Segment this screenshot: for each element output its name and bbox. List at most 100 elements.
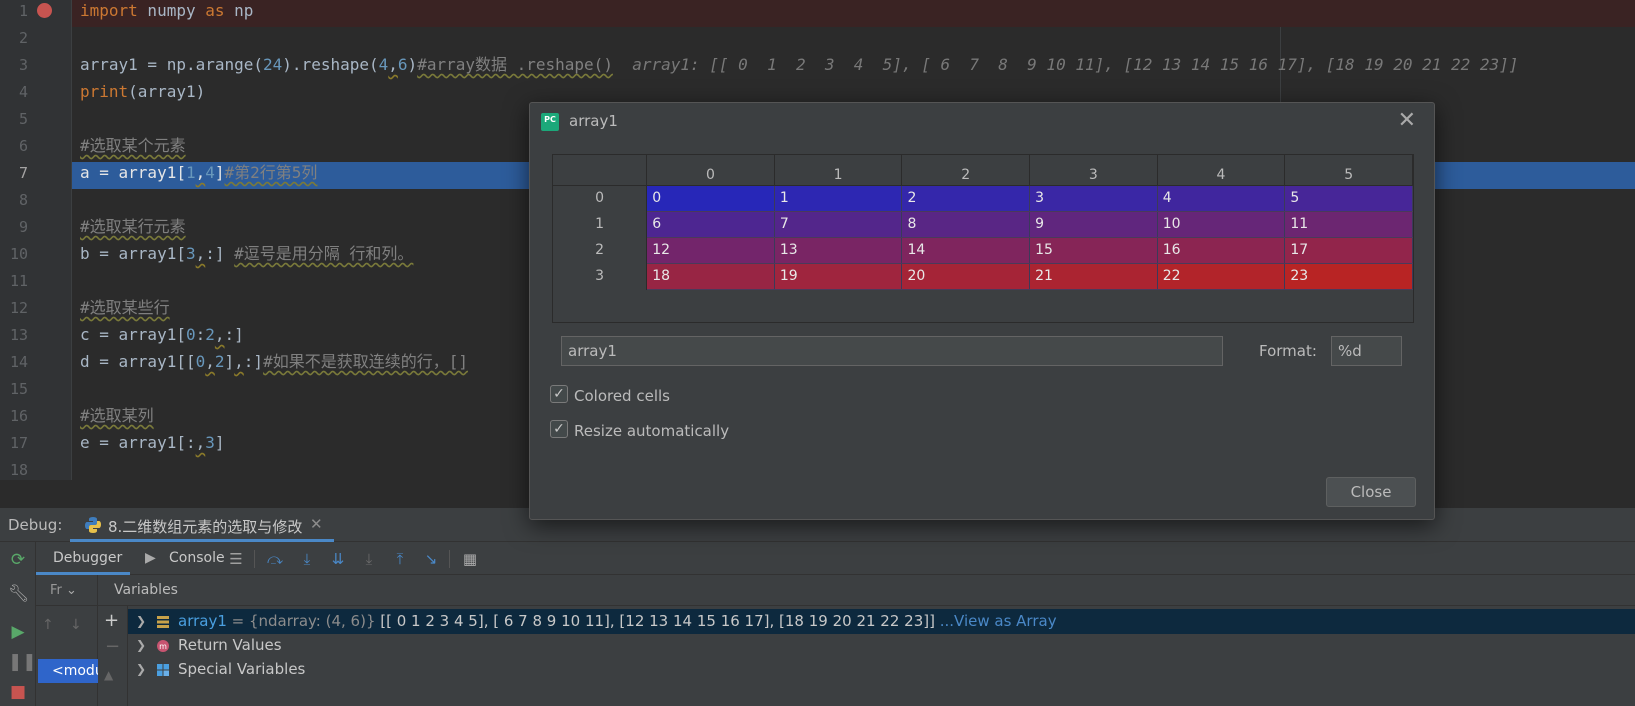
tab-console[interactable]: ▶ Console	[145, 542, 225, 575]
grid-header-row: 012345	[553, 155, 1413, 186]
frame-item[interactable]: <module>	[38, 659, 98, 683]
array-cell[interactable]: 16	[1157, 237, 1286, 264]
down-arrow-icon[interactable]: ↓	[70, 617, 82, 633]
column-header[interactable]: 2	[901, 155, 1031, 186]
frames-header[interactable]: Fr ⌄	[36, 575, 97, 606]
variable-row-array1[interactable]: ❯ array1 = {ndarray: (4, 6)} [[ 0 1 2 3 …	[128, 609, 1635, 634]
close-icon[interactable]: ✕	[1398, 108, 1416, 133]
stop-icon[interactable]: ■	[8, 682, 28, 702]
remove-watch-icon[interactable]: −	[105, 636, 120, 657]
toolbar-separator	[449, 550, 450, 568]
row-header[interactable]: 3	[553, 263, 648, 289]
array-cell[interactable]: 8	[901, 211, 1031, 238]
line-number: 4	[18, 83, 28, 101]
column-header[interactable]: 3	[1029, 155, 1158, 186]
array-cell[interactable]: 12	[646, 237, 775, 264]
column-header[interactable]: 4	[1157, 155, 1286, 186]
view-as-array-link[interactable]: ...View as Array	[935, 612, 1057, 630]
tab-debugger[interactable]: Debugger	[36, 542, 130, 575]
array-icon	[157, 616, 169, 628]
code-line-1[interactable]: import numpy as np	[72, 0, 1635, 27]
pycharm-icon: PC	[541, 113, 559, 131]
add-watch-icon[interactable]: +	[104, 610, 119, 631]
debug-session-tab[interactable]: 8.二维数组元素的选取与修改 ✕	[70, 508, 334, 542]
array-cell[interactable]: 7	[774, 211, 903, 238]
array-cell[interactable]: 14	[901, 237, 1031, 264]
dialog-title: array1	[569, 112, 618, 130]
array-cell[interactable]: 0	[646, 185, 775, 212]
variable-value: [[ 0 1 2 3 4 5], [ 6 7 8 9 10 11], [12 1…	[380, 612, 935, 630]
line-number: 12	[9, 299, 28, 317]
run-to-cursor-icon[interactable]: ↘	[422, 550, 440, 568]
array-cell[interactable]: 1	[774, 185, 903, 212]
column-header[interactable]: 5	[1284, 155, 1413, 186]
variable-name: array1	[178, 612, 227, 630]
array-cell[interactable]: 5	[1284, 185, 1413, 212]
debug-left-toolbar: ⟳ 🔧︎ ▶ ❚❚ ■	[0, 542, 37, 706]
colored-cells-checkbox[interactable]: ✓	[550, 385, 568, 403]
array-cell[interactable]: 9	[1029, 211, 1158, 238]
row-header[interactable]: 0	[553, 185, 648, 211]
array-cell[interactable]: 3	[1029, 185, 1158, 212]
inline-debug-value: array1: [[ 0 1 2 3 4 5], [ 6 7 8 9 10 11…	[632, 55, 1519, 74]
code-line-2[interactable]	[72, 27, 1635, 54]
column-header[interactable]: 1	[774, 155, 903, 186]
code-line-3[interactable]: array1 = np.arange(24).reshape(4,6)#arra…	[72, 54, 1635, 81]
line-number: 6	[18, 137, 28, 155]
line-number-gutter[interactable]: 1 2 3 4 5 6 7 8 9 10 11 12 13 14 15 16 17 18	[0, 0, 72, 480]
line-number: 9	[18, 218, 28, 236]
array-cell[interactable]: 4	[1157, 185, 1286, 212]
return-values-icon: m	[157, 640, 169, 652]
wrench-icon[interactable]: 🔧︎	[8, 584, 30, 604]
line-number: 3	[18, 56, 28, 74]
line-number: 15	[9, 380, 28, 398]
array-cell[interactable]: 23	[1284, 263, 1413, 290]
up-arrow-icon[interactable]: ↑	[42, 617, 54, 633]
array-cell[interactable]: 18	[646, 263, 775, 290]
variable-row-return-values[interactable]: ❯ m Return Values	[128, 633, 1635, 658]
format-field[interactable]: %d	[1331, 336, 1402, 366]
array-cell[interactable]: 20	[901, 263, 1031, 290]
python-icon	[85, 517, 101, 533]
variable-type: = {ndarray: (4, 6)}	[226, 612, 381, 630]
menu-lines-icon[interactable]: ☰	[227, 550, 245, 568]
array-cell[interactable]: 11	[1284, 211, 1413, 238]
array-cell[interactable]: 2	[901, 185, 1031, 212]
close-icon[interactable]: ✕	[310, 515, 323, 533]
row-header[interactable]: 1	[553, 211, 648, 237]
step-out-icon[interactable]: ⤒	[391, 550, 409, 568]
array-cell[interactable]: 13	[774, 237, 903, 264]
svg-text:m: m	[159, 642, 167, 651]
evaluate-expression-icon[interactable]: ▦	[461, 550, 479, 568]
column-header[interactable]: 0	[646, 155, 775, 186]
array-cell[interactable]: 15	[1029, 237, 1158, 264]
array-cell[interactable]: 19	[774, 263, 903, 290]
array-cell[interactable]: 17	[1284, 237, 1413, 264]
tab-console-label: Console	[169, 550, 225, 566]
grid-row: 1 6 7 8 9 10 11	[553, 211, 1413, 238]
step-over-icon[interactable]: ⤼	[266, 550, 284, 568]
resume-icon[interactable]: ▶	[8, 622, 28, 642]
breakpoint-icon[interactable]	[37, 3, 52, 18]
variable-row-special-variables[interactable]: ❯ Special Variables	[128, 657, 1635, 682]
row-header[interactable]: 2	[553, 237, 648, 263]
expand-chevron-icon[interactable]: ❯	[136, 657, 146, 682]
expand-chevron-icon[interactable]: ❯	[136, 633, 146, 658]
step-into-my-code-icon[interactable]: ⇊	[329, 550, 347, 568]
close-button[interactable]: Close	[1326, 477, 1416, 507]
variable-name: Special Variables	[178, 660, 306, 678]
force-step-into-icon[interactable]: ⤓	[360, 550, 378, 568]
array-cell[interactable]: 21	[1029, 263, 1158, 290]
array-cell[interactable]: 10	[1157, 211, 1286, 238]
expand-chevron-icon[interactable]: ❯	[136, 609, 146, 634]
pause-icon[interactable]: ❚❚	[8, 652, 37, 672]
array-grid[interactable]: 012345 0 0 1 2 3 4 5 1 6 7 8 9 10 11 2 12 13 14 15 16 17 3 18 1…	[552, 154, 1414, 323]
move-up-icon[interactable]: ▲	[104, 668, 113, 682]
variable-expression-field[interactable]: array1	[561, 336, 1223, 366]
array-cell[interactable]: 22	[1157, 263, 1286, 290]
step-into-icon[interactable]: ⤓	[298, 550, 316, 568]
rerun-icon[interactable]: ⟳	[8, 550, 28, 570]
line-number: 17	[9, 434, 28, 452]
array-cell[interactable]: 6	[646, 211, 775, 238]
resize-automatically-checkbox[interactable]: ✓	[550, 420, 568, 438]
